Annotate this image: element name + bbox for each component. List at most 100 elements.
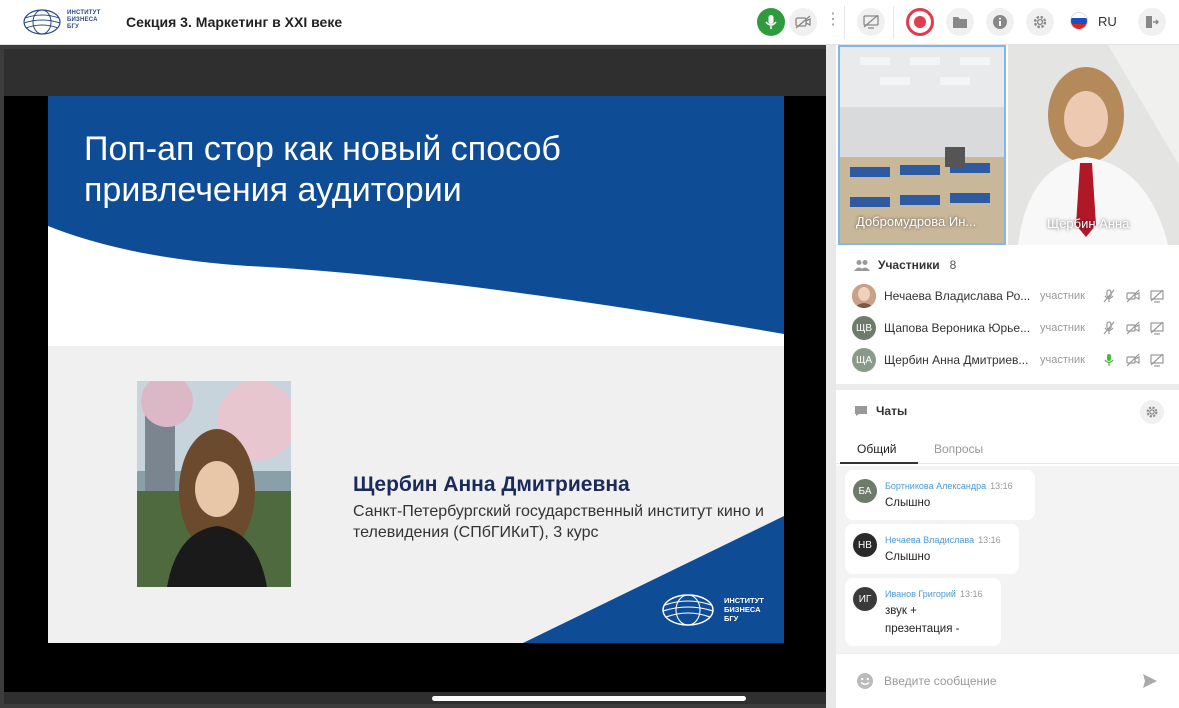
divider [844,6,845,39]
exit-button[interactable] [1138,8,1166,36]
exit-icon [1146,16,1159,28]
folder-icon [953,17,967,28]
speaker-name: Щербин Анна Дмитриевна [353,473,630,496]
participant-role: участник [1040,290,1085,302]
info-icon [993,15,1007,29]
microphone-on-icon[interactable] [1102,353,1116,367]
record-button[interactable] [906,8,934,36]
camera-off-icon[interactable] [1126,353,1140,367]
message-author[interactable]: Бортникова Александра [885,481,986,491]
participants-count: 8 [949,258,957,272]
page-title: Секция 3. Маркетинг в XXI веке [126,14,343,30]
message-text: звук + презентация - [885,605,960,635]
gear-icon [1146,406,1158,418]
camera-off-icon[interactable] [1126,321,1140,335]
microphone-icon [765,15,777,29]
microphone-button[interactable] [757,8,785,36]
message-time: 13:16 [959,589,983,599]
avatar: НВ [853,533,877,557]
top-bar: ИНСТИТУТ БИЗНЕСА БГУ Секция 3. Маркетинг… [0,0,1179,45]
info-button[interactable] [986,8,1014,36]
participants-panel: Участники 8 Нечаева Владислава Ро... уча… [836,246,1179,384]
camera-off-icon [795,15,811,29]
participant-row[interactable]: ЩВ Щапова Вероника Юрье... участник [852,315,1172,341]
video-tile-label: Щербин Анна [1047,216,1130,231]
screen-share-off-icon[interactable] [1150,321,1164,335]
chat-header: Чаты [854,404,907,418]
message-list[interactable]: БА Бортникова Александра 13:16 Слышно НВ … [836,466,1179,653]
russian-flag-icon [1070,12,1088,30]
settings-button[interactable] [1026,8,1054,36]
screen-share-off-icon [863,15,879,29]
chat-message: БА Бортникова Александра 13:16 Слышно [845,470,1035,520]
record-icon [914,16,926,28]
chat-message: ИГ Иванов Григорий 13:16 звук + презентац… [845,578,1001,646]
screen-share-button[interactable] [857,8,885,36]
microphone-muted-icon[interactable] [1102,289,1116,303]
participants-header[interactable]: Участники 8 [854,258,956,272]
avatar: ЩА [852,348,876,372]
message-text: Слышно [885,497,931,509]
more-options-icon[interactable]: ⋮ [825,12,841,28]
avatar: ЩВ [852,316,876,340]
message-text: Слышно [885,551,931,563]
tab-questions[interactable]: Вопросы [934,442,983,456]
globe-icon [23,9,61,35]
participant-role: участник [1040,322,1085,334]
microphone-muted-icon[interactable] [1102,321,1116,335]
message-author[interactable]: Иванов Григорий [885,589,956,599]
files-button[interactable] [946,8,974,36]
speaker-affiliation: Санкт-Петербургский государственный инст… [353,503,764,541]
message-composer [836,653,1179,708]
participant-row[interactable]: ЩА Щербин Анна Дмитриев... участник [852,347,1172,373]
video-feed [1008,45,1179,245]
slide-logo-text: ИНСТИТУТ БИЗНЕСА БГУ [724,596,764,623]
message-time: 13:16 [978,535,1001,545]
chat-settings-button[interactable] [1140,400,1164,424]
chat-icon [855,406,867,416]
avatar: БА [853,479,877,503]
gear-icon [1033,15,1047,29]
speaker-photo [137,381,291,587]
globe-icon [662,594,714,626]
video-tiles: Добромудрова Ин... Щербин Анна [836,45,1179,245]
tab-general[interactable]: Общий [857,442,897,456]
chat-title: Чаты [876,404,908,418]
slide-title: Поп-ап стор как новый способ привлечения… [84,130,561,209]
emoji-icon[interactable] [856,672,874,690]
chat-tabs: Общий Вопросы [836,434,1179,464]
chat-message: НВ Нечаева Владислава 13:16 Слышно [845,524,1019,574]
chat-panel: Чаты Общий Вопросы БА Бортникова Алексан… [836,390,1179,708]
language-label: RU [1098,13,1117,29]
slide-viewport: Поп-ап стор как новый способ привлечения… [4,96,826,692]
logo-text: ИНСТИТУТ БИЗНЕСА БГУ [67,10,101,30]
language-selector[interactable]: RU [1070,12,1117,30]
participant-name: Щапова Вероника Юрье... [884,321,1031,335]
video-tile[interactable]: Добромудрова Ин... [838,45,1006,245]
participants-title: Участники [878,258,940,272]
camera-off-icon[interactable] [1126,289,1140,303]
video-tile-label: Добромудрова Ин... [856,214,977,229]
avatar: ИГ [853,587,877,611]
active-tab-indicator [840,462,918,464]
message-input[interactable] [884,670,1124,692]
participant-name: Нечаева Владислава Ро... [884,289,1031,303]
video-tile[interactable]: Щербин Анна [1008,45,1179,245]
screen-share-off-icon[interactable] [1150,289,1164,303]
camera-button[interactable] [789,8,817,36]
institute-logo: ИНСТИТУТ БИЗНЕСА БГУ [22,8,102,36]
message-time: 13:16 [990,481,1013,491]
message-author[interactable]: Нечаева Владислава [885,535,974,545]
panel-separator [826,45,836,708]
screen-share-off-icon[interactable] [1150,353,1164,367]
participant-row[interactable]: Нечаева Владислава Ро... участник [852,283,1172,309]
avatar [852,284,876,308]
send-icon[interactable] [1142,673,1158,689]
divider [893,6,894,39]
users-icon [854,260,870,271]
presentation-slide: Поп-ап стор как новый способ привлечения… [48,96,784,643]
participant-role: участник [1040,354,1085,366]
slide-institute-logo: ИНСТИТУТ БИЗНЕСА БГУ [660,593,770,629]
presentation-stage: Поп-ап стор как новый способ привлечения… [0,45,836,708]
home-indicator [432,696,746,701]
